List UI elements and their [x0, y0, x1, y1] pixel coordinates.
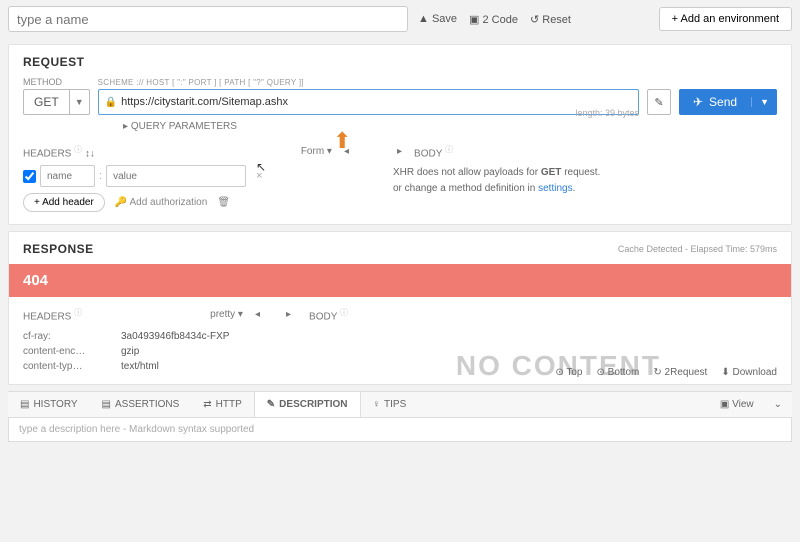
- top-bar: ▲ Save ▣ 2 Code ↺ Reset + Add an environ…: [0, 0, 800, 38]
- tab-tips[interactable]: ♀ TIPS: [361, 392, 419, 417]
- query-parameters-toggle[interactable]: ▸ QUERY PARAMETERS: [123, 121, 237, 132]
- response-headers-label: HEADERS ⓘ: [23, 307, 82, 322]
- tab-assertions[interactable]: ▤ ASSERTIONS: [90, 392, 192, 417]
- url-input[interactable]: [121, 96, 632, 108]
- collapse-right-toggle[interactable]: ▸: [282, 309, 295, 320]
- bottom-tabs: ▤ HISTORY ▤ ASSERTIONS ⇄ HTTP ✎ DESCRIPT…: [8, 391, 792, 418]
- url-input-wrapper[interactable]: 🔒: [98, 89, 639, 115]
- collapse-left-toggle[interactable]: ◂: [251, 309, 264, 320]
- edit-url-button[interactable]: ✎: [647, 89, 671, 115]
- send-button[interactable]: ✈Send ▼: [679, 89, 777, 115]
- status-code-bar: 404: [9, 264, 791, 297]
- collapse-left-toggle[interactable]: ◂: [340, 146, 353, 157]
- top-button[interactable]: ⊙ Top: [555, 367, 582, 378]
- headers-form-select[interactable]: Form ▾: [301, 146, 332, 157]
- trash-icon[interactable]: 🗑: [217, 197, 230, 208]
- body-message: XHR does not allow payloads for GET requ…: [393, 165, 777, 197]
- header-value-input[interactable]: [106, 165, 246, 187]
- info-icon: ⓘ: [74, 308, 82, 317]
- pencil-icon: ✎: [654, 96, 663, 109]
- response-title: RESPONSE: [23, 242, 94, 256]
- send-icon: ✈: [693, 95, 703, 109]
- method-value: GET: [24, 90, 69, 114]
- url-scheme-hint: SCHEME :// HOST [ ":" PORT ] [ PATH [ "?…: [98, 78, 639, 87]
- response-panel: RESPONSE Cache Detected - Elapsed Time: …: [8, 231, 792, 384]
- method-label: METHOD: [23, 77, 90, 87]
- add-header-button[interactable]: + Add header: [23, 193, 105, 212]
- info-icon: ⓘ: [445, 145, 453, 154]
- headers-label: HEADERS ⓘ ↕↓: [23, 144, 95, 159]
- url-length-label: length: 39 bytes: [575, 108, 639, 118]
- request-name-input[interactable]: [8, 6, 408, 32]
- request-panel: REQUEST METHOD GET ▼ SCHEME :// HOST [ "…: [8, 44, 792, 225]
- view-button[interactable]: ▣ View: [710, 399, 764, 410]
- table-row: cf-ray:3a0493946fb8434c-FXP: [23, 329, 777, 344]
- save-button[interactable]: ▲ Save: [418, 13, 457, 26]
- info-icon: ⓘ: [74, 145, 82, 154]
- download-button[interactable]: ⬇ Download: [721, 367, 777, 378]
- expand-toggle[interactable]: ⌄: [764, 399, 792, 410]
- tab-history[interactable]: ▤ HISTORY: [8, 392, 90, 417]
- header-name-input[interactable]: [40, 165, 95, 187]
- request-title: REQUEST: [23, 55, 777, 69]
- top-actions: ▲ Save ▣ 2 Code ↺ Reset: [418, 13, 571, 26]
- tab-description[interactable]: ✎ DESCRIPTION: [254, 392, 361, 417]
- tab-http[interactable]: ⇄ HTTP: [191, 392, 254, 417]
- header-enabled-checkbox[interactable]: [23, 170, 36, 183]
- response-meta: Cache Detected - Elapsed Time: 579ms: [618, 244, 777, 254]
- response-body-label: BODY ⓘ: [309, 307, 348, 322]
- chevron-down-icon[interactable]: ▼: [69, 90, 89, 114]
- to-request-button[interactable]: ↻ 2Request: [653, 367, 707, 378]
- description-input[interactable]: type a description here - Markdown synta…: [8, 418, 792, 442]
- response-actions: ⊙ Top ⊙ Bottom ↻ 2Request ⬇ Download: [555, 367, 777, 378]
- bottom-button[interactable]: ⊙ Bottom: [597, 367, 640, 378]
- code-button[interactable]: ▣ 2 Code: [469, 13, 518, 26]
- chevron-down-icon[interactable]: ▼: [751, 97, 777, 107]
- collapse-right-toggle[interactable]: ▸: [393, 146, 406, 157]
- info-icon: ⓘ: [340, 308, 348, 317]
- remove-header-button[interactable]: ×: [250, 170, 268, 182]
- pretty-select[interactable]: pretty ▾: [210, 309, 243, 320]
- method-select[interactable]: GET ▼: [23, 89, 90, 115]
- add-authorization-button[interactable]: 🔑 Add authorization: [115, 197, 208, 208]
- body-label: BODY ⓘ: [414, 144, 453, 159]
- table-row: content-enc…gzip: [23, 344, 777, 359]
- reset-button[interactable]: ↺ Reset: [530, 13, 571, 26]
- lock-icon: 🔒: [105, 97, 117, 108]
- add-environment-button[interactable]: + Add an environment: [659, 7, 792, 31]
- settings-link[interactable]: settings: [538, 183, 572, 194]
